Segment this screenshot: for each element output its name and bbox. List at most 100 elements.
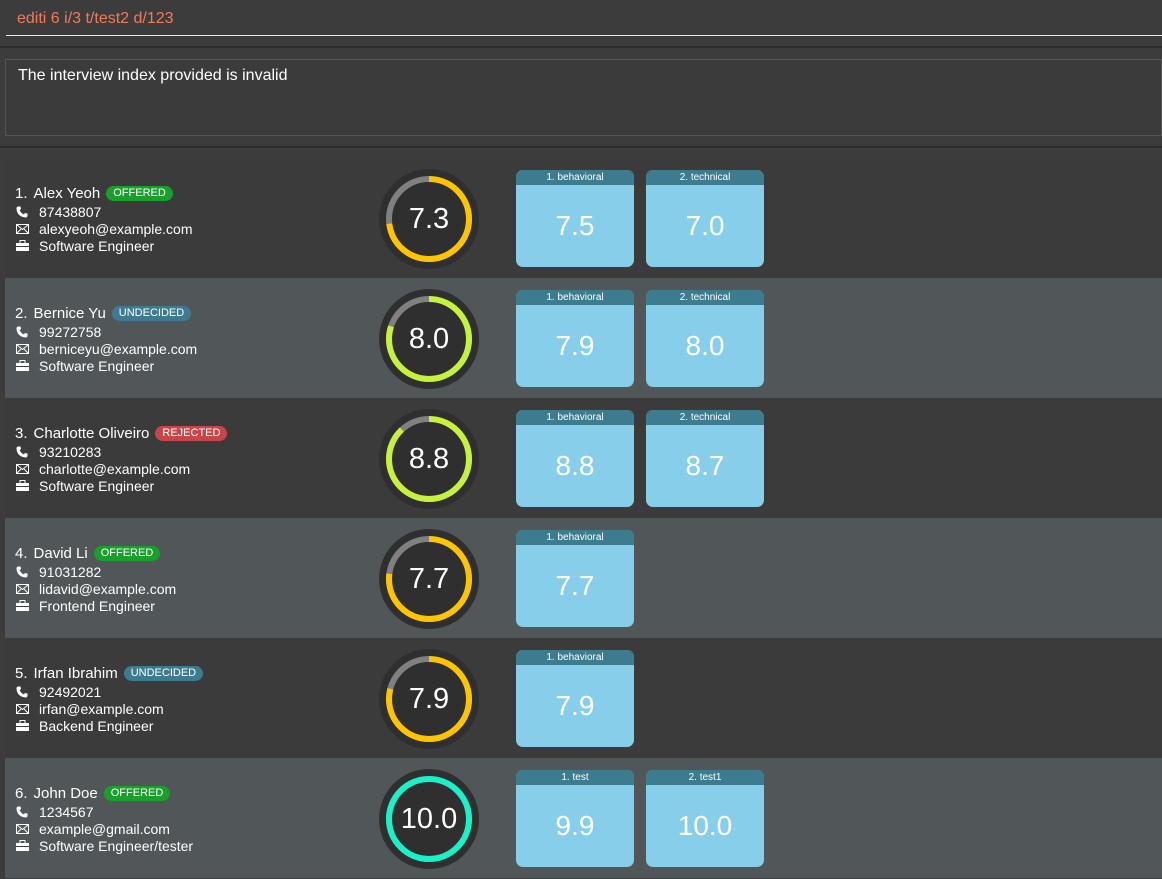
interview-score: 7.9 [555, 690, 595, 721]
candidate-index: 5. [15, 664, 28, 682]
candidate-card[interactable]: 2. Bernice Yu UNDECIDED 99272758 berniceyu@e… [5, 278, 1162, 398]
phone-number: 91031282 [39, 563, 102, 580]
candidate-card[interactable]: 4. David Li OFFERED 91031282 lidavid@example… [5, 518, 1162, 638]
job-role-row: Software Engineer/tester [15, 837, 193, 854]
interview-score: 7.5 [555, 210, 595, 241]
interview-label: 2. test1 [646, 770, 764, 785]
rating-ring: 7.3 [379, 169, 479, 269]
divider [0, 46, 1162, 48]
command-bar [0, 0, 1162, 46]
envelope-icon [15, 463, 29, 474]
interview-score-card[interactable]: 1. behavioral 7.9 [516, 650, 634, 747]
candidate-name: Charlotte Oliveiro [33, 424, 150, 442]
candidate-name: David Li [33, 544, 88, 562]
briefcase-icon [15, 840, 29, 851]
phone-number: 1234567 [39, 803, 94, 820]
candidate-info: 6. John Doe OFFERED 1234567 example@gmail.co… [15, 783, 193, 854]
job-role-row: Software Engineer [15, 237, 193, 254]
job-role-row: Software Engineer [15, 477, 227, 494]
candidate-index: 2. [15, 304, 28, 322]
phone-icon [15, 566, 29, 578]
briefcase-icon [15, 240, 29, 251]
candidate-info: 5. Irfan Ibrahim UNDECIDED 92492021 irfan@ex… [15, 663, 204, 734]
interview-label: 1. behavioral [516, 410, 634, 425]
result-display: The interview index provided is invalid [5, 59, 1162, 136]
phone-icon [15, 686, 29, 698]
interview-score: 8.0 [685, 330, 725, 361]
phone-number: 99272758 [39, 323, 102, 340]
overall-rating: 8.0 [408, 322, 450, 355]
candidate-name: Irfan Ibrahim [33, 664, 118, 682]
interview-score: 8.8 [555, 450, 595, 481]
envelope-icon [15, 703, 29, 714]
candidate-list[interactable]: 1. Alex Yeoh OFFERED 87438807 alexyeoh@examp… [5, 158, 1162, 879]
email-address: alexyeoh@example.com [39, 220, 193, 237]
email-address-row: example@gmail.com [15, 820, 193, 837]
job-role-row: Software Engineer [15, 357, 197, 374]
candidate-card[interactable]: 3. Charlotte Oliveiro REJECTED 93210283 char… [5, 398, 1162, 518]
email-address-row: berniceyu@example.com [15, 340, 197, 357]
phone-number: 92492021 [39, 683, 102, 700]
interview-score-card[interactable]: 2. test1 10.0 [646, 770, 764, 867]
envelope-icon [15, 343, 29, 354]
status-badge: OFFERED [103, 785, 171, 801]
candidate-card[interactable]: 5. Irfan Ibrahim UNDECIDED 92492021 irfan@ex… [5, 638, 1162, 758]
interview-score-card[interactable]: 1. test 9.9 [516, 770, 634, 867]
overall-rating: 7.3 [408, 202, 450, 235]
job-role: Software Engineer [39, 237, 155, 254]
interview-score-card[interactable]: 2. technical 8.0 [646, 290, 764, 387]
interview-score-card[interactable]: 1. behavioral 7.7 [516, 530, 634, 627]
interview-label: 1. behavioral [516, 530, 634, 545]
interview-score: 7.7 [555, 570, 595, 601]
interview-score-card[interactable]: 2. technical 8.7 [646, 410, 764, 507]
rating-ring: 7.7 [379, 529, 479, 629]
email-address: irfan@example.com [39, 700, 164, 717]
interview-label: 1. behavioral [516, 650, 634, 665]
interview-label: 2. technical [646, 290, 764, 305]
result-message: The interview index provided is invalid [18, 67, 288, 84]
interview-score: 10.0 [677, 810, 733, 841]
interview-score: 7.0 [685, 210, 725, 241]
candidate-info: 2. Bernice Yu UNDECIDED 99272758 berniceyu@e… [15, 303, 197, 374]
interview-score-card[interactable]: 1. behavioral 7.9 [516, 290, 634, 387]
interview-score-card[interactable]: 2. technical 7.0 [646, 170, 764, 267]
status-badge: OFFERED [93, 545, 161, 561]
briefcase-icon [15, 480, 29, 491]
overall-rating: 7.9 [408, 682, 450, 715]
phone-number-row: 99272758 [15, 323, 197, 340]
job-role: Backend Engineer [39, 717, 154, 734]
email-address: example@gmail.com [39, 820, 170, 837]
interview-label: 1. behavioral [516, 290, 634, 305]
status-badge: UNDECIDED [123, 665, 204, 681]
email-address-row: irfan@example.com [15, 700, 203, 717]
candidate-card[interactable]: 1. Alex Yeoh OFFERED 87438807 alexyeoh@examp… [5, 158, 1162, 278]
rating-ring: 10.0 [379, 769, 479, 869]
phone-icon [15, 206, 29, 218]
job-role: Software Engineer/tester [39, 837, 194, 854]
email-address-row: alexyeoh@example.com [15, 220, 193, 237]
candidate-card[interactable]: 6. John Doe OFFERED 1234567 example@gmail.co… [5, 758, 1162, 878]
rating-ring: 7.9 [379, 649, 479, 749]
candidate-index: 3. [15, 424, 28, 442]
overall-rating: 10.0 [400, 802, 458, 835]
interview-score-card[interactable]: 1. behavioral 7.5 [516, 170, 634, 267]
phone-number-row: 91031282 [15, 563, 176, 580]
overall-rating: 7.7 [408, 562, 450, 595]
candidate-name: John Doe [33, 784, 98, 802]
candidate-index: 4. [15, 544, 28, 562]
name-line: 3. Charlotte Oliveiro REJECTED [15, 423, 228, 443]
interview-label: 2. technical [646, 410, 764, 425]
email-address: charlotte@example.com [39, 460, 191, 477]
interview-score-card[interactable]: 1. behavioral 8.8 [516, 410, 634, 507]
candidate-info: 1. Alex Yeoh OFFERED 87438807 alexyeoh@examp… [15, 183, 193, 254]
envelope-icon [15, 223, 29, 234]
interview-score: 7.9 [555, 330, 595, 361]
name-line: 5. Irfan Ibrahim UNDECIDED [15, 663, 204, 683]
rating-ring: 8.8 [379, 409, 479, 509]
briefcase-icon [15, 360, 29, 371]
name-line: 6. John Doe OFFERED [15, 783, 193, 803]
phone-number-row: 87438807 [15, 203, 193, 220]
command-input[interactable] [6, 2, 1162, 36]
phone-icon [15, 326, 29, 338]
interview-label: 1. test [516, 770, 634, 785]
